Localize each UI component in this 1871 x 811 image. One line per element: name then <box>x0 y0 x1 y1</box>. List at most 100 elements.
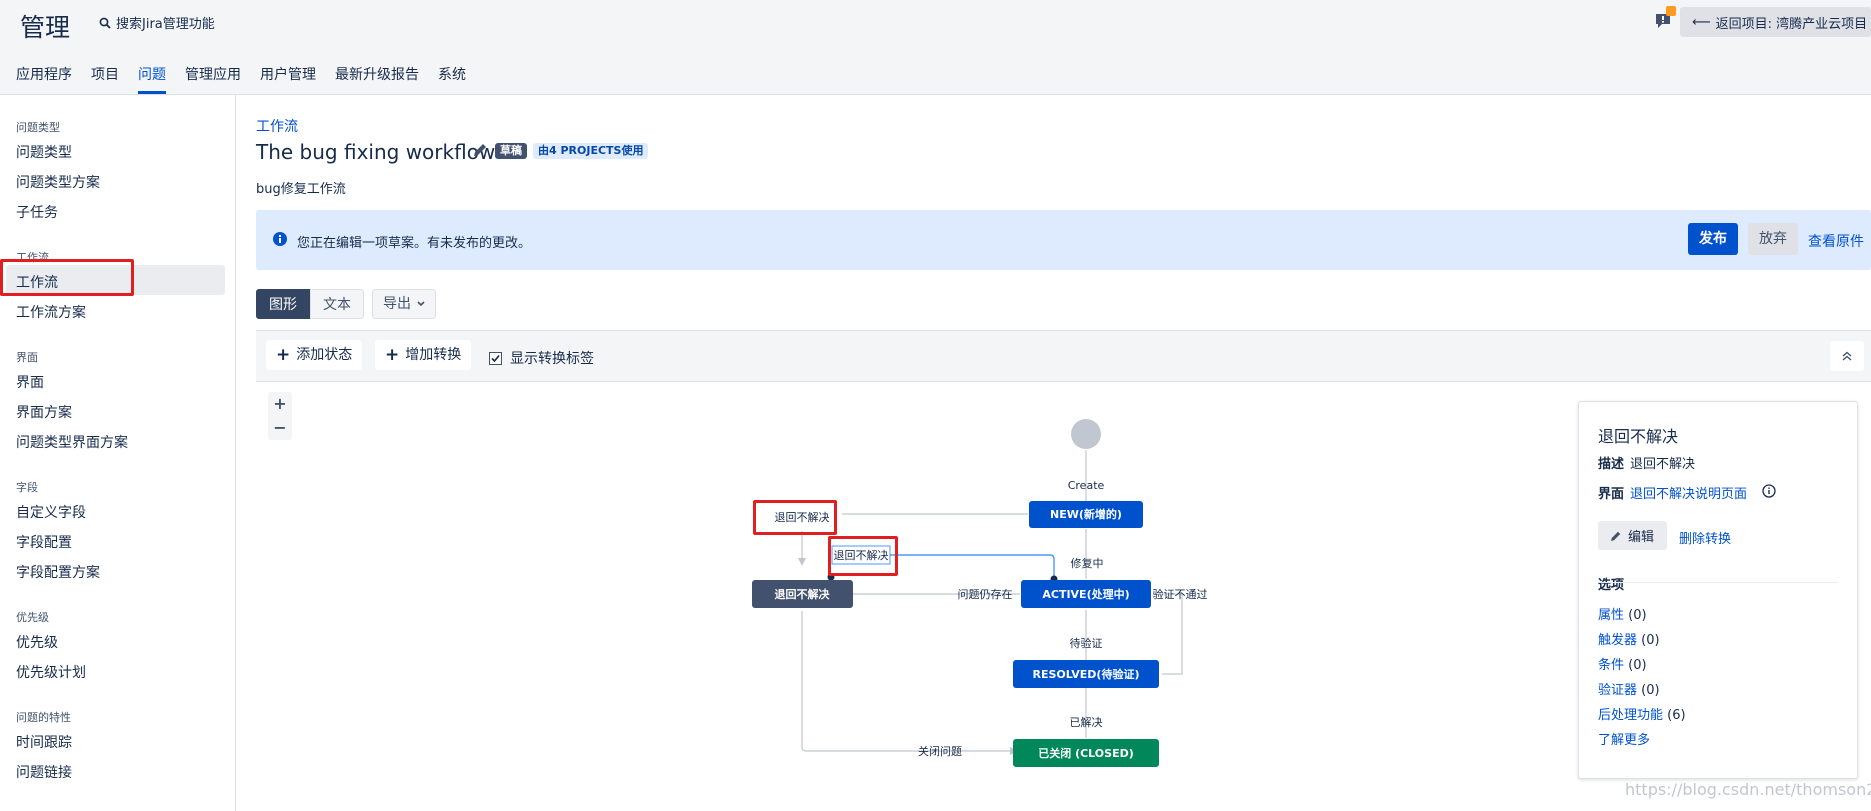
tab-user-management[interactable]: 用户管理 <box>260 64 316 94</box>
add-status-label: 添加状态 <box>296 347 353 363</box>
info-icon[interactable] <box>1762 484 1776 498</box>
option-count: (0) <box>1641 633 1660 648</box>
status-new-label: NEW(新增的) <box>1050 507 1122 521</box>
delete-transition-link[interactable]: 删除转换 <box>1679 528 1731 547</box>
learn-more-link[interactable]: 了解更多 <box>1598 729 1650 748</box>
start-node[interactable] <box>1071 419 1101 449</box>
tab-upgrade-report[interactable]: 最新升级报告 <box>335 64 419 94</box>
admin-header: 管理 搜索Jira管理功能 ⟵ 返回项目: 湾腾产业云项目 应用程序 项目 问题… <box>0 0 1871 95</box>
watermark: https://blog.csdn.net/thomson2021 <box>1625 780 1871 799</box>
transition-label-close-issue[interactable]: 关闭问题 <box>918 744 962 758</box>
checkbox-icon[interactable] <box>489 351 502 365</box>
tab-applications[interactable]: 应用程序 <box>16 64 72 94</box>
page-title: 管理 <box>20 13 71 42</box>
view-mode-toggle: 图形 文本 <box>256 289 364 319</box>
sidebar-item-screen-schemes[interactable]: 界面方案 <box>16 402 72 422</box>
plus-icon: + <box>385 345 400 365</box>
add-transition-label: 增加转换 <box>405 347 462 363</box>
sidebar-group-fields: 字段 <box>16 481 38 494</box>
back-to-project-button[interactable]: ⟵ 返回项目: 湾腾产业云项目 <box>1680 7 1871 37</box>
plus-icon: + <box>276 345 291 365</box>
option-validators-link[interactable]: 验证器 <box>1598 683 1637 698</box>
pencil-icon <box>1611 531 1621 541</box>
edit-transition-button[interactable]: 编辑 <box>1598 521 1667 550</box>
status-active-label: ACTIVE(处理中) <box>1042 587 1129 601</box>
arrow-head <box>798 558 806 566</box>
option-count: (0) <box>1628 608 1647 623</box>
show-labels-label: 显示转换标签 <box>510 351 594 367</box>
admin-tabs: 应用程序 项目 问题 管理应用 用户管理 最新升级报告 系统 <box>16 64 466 94</box>
edit-label: 编辑 <box>1628 530 1655 545</box>
transition-label-resolved[interactable]: 已解决 <box>1070 715 1103 729</box>
arrow-left-icon: ⟵ <box>1692 14 1711 30</box>
sidebar-item-workflow-schemes[interactable]: 工作流方案 <box>16 302 86 322</box>
tab-system[interactable]: 系统 <box>438 64 466 94</box>
publish-button[interactable]: 发布 <box>1688 223 1738 255</box>
option-properties-link[interactable]: 属性 <box>1598 608 1624 623</box>
info-icon <box>273 232 287 246</box>
add-status-button[interactable]: + 添加状态 <box>266 340 363 370</box>
panel-screen-label: 界面 <box>1598 487 1625 502</box>
search-label: 搜索Jira管理功能 <box>116 17 215 32</box>
sidebar-item-issue-linking[interactable]: 问题链接 <box>16 762 72 782</box>
option-count: (6) <box>1667 708 1686 723</box>
tab-manage-apps[interactable]: 管理应用 <box>185 64 241 94</box>
sidebar-item-field-configs[interactable]: 字段配置 <box>16 532 72 552</box>
status-badge: 草稿 <box>495 143 527 159</box>
annotation-highlight-transition <box>753 500 837 535</box>
sidebar-item-screens[interactable]: 界面 <box>16 372 44 392</box>
panel-screen-link[interactable]: 退回不解决说明页面 <box>1630 483 1747 502</box>
workflow-description: bug修复工作流 <box>256 182 346 197</box>
sidebar-item-issue-type-schemes[interactable]: 问题类型方案 <box>16 172 100 192</box>
sidebar-item-time-tracking[interactable]: 时间跟踪 <box>16 732 72 752</box>
collapse-toolbar-button[interactable] <box>1830 341 1864 371</box>
transition-label-fixing[interactable]: 修复中 <box>1071 556 1104 570</box>
sidebar: 问题类型 问题类型 问题类型方案 子任务 工作流 工作流 工作流方案 界面 界面… <box>0 95 236 811</box>
panel-divider <box>1598 582 1838 583</box>
option-triggers-link[interactable]: 触发器 <box>1598 633 1637 648</box>
breadcrumb[interactable]: 工作流 <box>256 116 298 136</box>
sidebar-item-subtasks[interactable]: 子任务 <box>16 202 58 222</box>
show-labels-toggle[interactable]: 显示转换标签 <box>489 348 594 368</box>
sidebar-item-issue-types[interactable]: 问题类型 <box>16 142 72 162</box>
annotation-highlight-transition <box>828 536 898 576</box>
sidebar-group-priorities: 优先级 <box>16 611 49 624</box>
chevron-down-icon <box>417 301 425 307</box>
panel-desc-value: 退回不解决 <box>1630 457 1696 472</box>
discard-button[interactable]: 放弃 <box>1748 223 1798 255</box>
add-transition-button[interactable]: + 增加转换 <box>375 340 472 370</box>
admin-search[interactable]: 搜索Jira管理功能 <box>99 13 215 32</box>
workflow-title: The bug fixing workflow <box>256 140 496 164</box>
export-dropdown[interactable]: 导出 <box>372 289 436 319</box>
view-original-link[interactable]: 查看原件 <box>1808 231 1864 251</box>
transition-label-create[interactable]: Create <box>1068 479 1105 492</box>
text-view-button[interactable]: 文本 <box>310 289 364 319</box>
status-resolved-label: RESOLVED(待验证) <box>1033 667 1140 681</box>
tab-issues[interactable]: 问题 <box>138 64 166 94</box>
sidebar-group-issue-types: 问题类型 <box>16 121 60 134</box>
status-closed-label: 已关闭 (CLOSED) <box>1038 746 1134 760</box>
back-to-project-label: 返回项目: 湾腾产业云项目 <box>1715 16 1868 32</box>
sidebar-item-field-config-schemes[interactable]: 字段配置方案 <box>16 562 100 582</box>
edge-close-issue <box>801 611 1010 752</box>
option-post-functions-link[interactable]: 后处理功能 <box>1598 708 1663 723</box>
tab-projects[interactable]: 项目 <box>91 64 119 94</box>
edge-reject-mid-selected <box>890 554 1055 576</box>
sidebar-item-priority-schemes[interactable]: 优先级计划 <box>16 662 86 682</box>
option-count: (0) <box>1641 683 1660 698</box>
pencil-icon[interactable] <box>472 142 488 158</box>
diagram-view-button[interactable]: 图形 <box>256 289 310 319</box>
sidebar-group-screens: 界面 <box>16 351 38 364</box>
sidebar-item-priorities[interactable]: 优先级 <box>16 632 58 652</box>
search-icon <box>99 17 111 29</box>
transition-label-verify-failed[interactable]: 验证不通过 <box>1153 587 1208 601</box>
option-conditions-link[interactable]: 条件 <box>1598 658 1624 673</box>
status-wontfix-label: 退回不解决 <box>775 587 831 601</box>
panel-title: 退回不解决 <box>1598 427 1679 446</box>
option-count: (0) <box>1628 658 1647 673</box>
transition-label-still-exists[interactable]: 问题仍存在 <box>958 587 1013 601</box>
sidebar-item-issue-type-screen-schemes[interactable]: 问题类型界面方案 <box>16 432 128 452</box>
transition-label-to-verify[interactable]: 待验证 <box>1070 636 1103 650</box>
sidebar-item-custom-fields[interactable]: 自定义字段 <box>16 502 86 522</box>
used-by-badge[interactable]: 由4 PROJECTS使用 <box>533 143 649 159</box>
